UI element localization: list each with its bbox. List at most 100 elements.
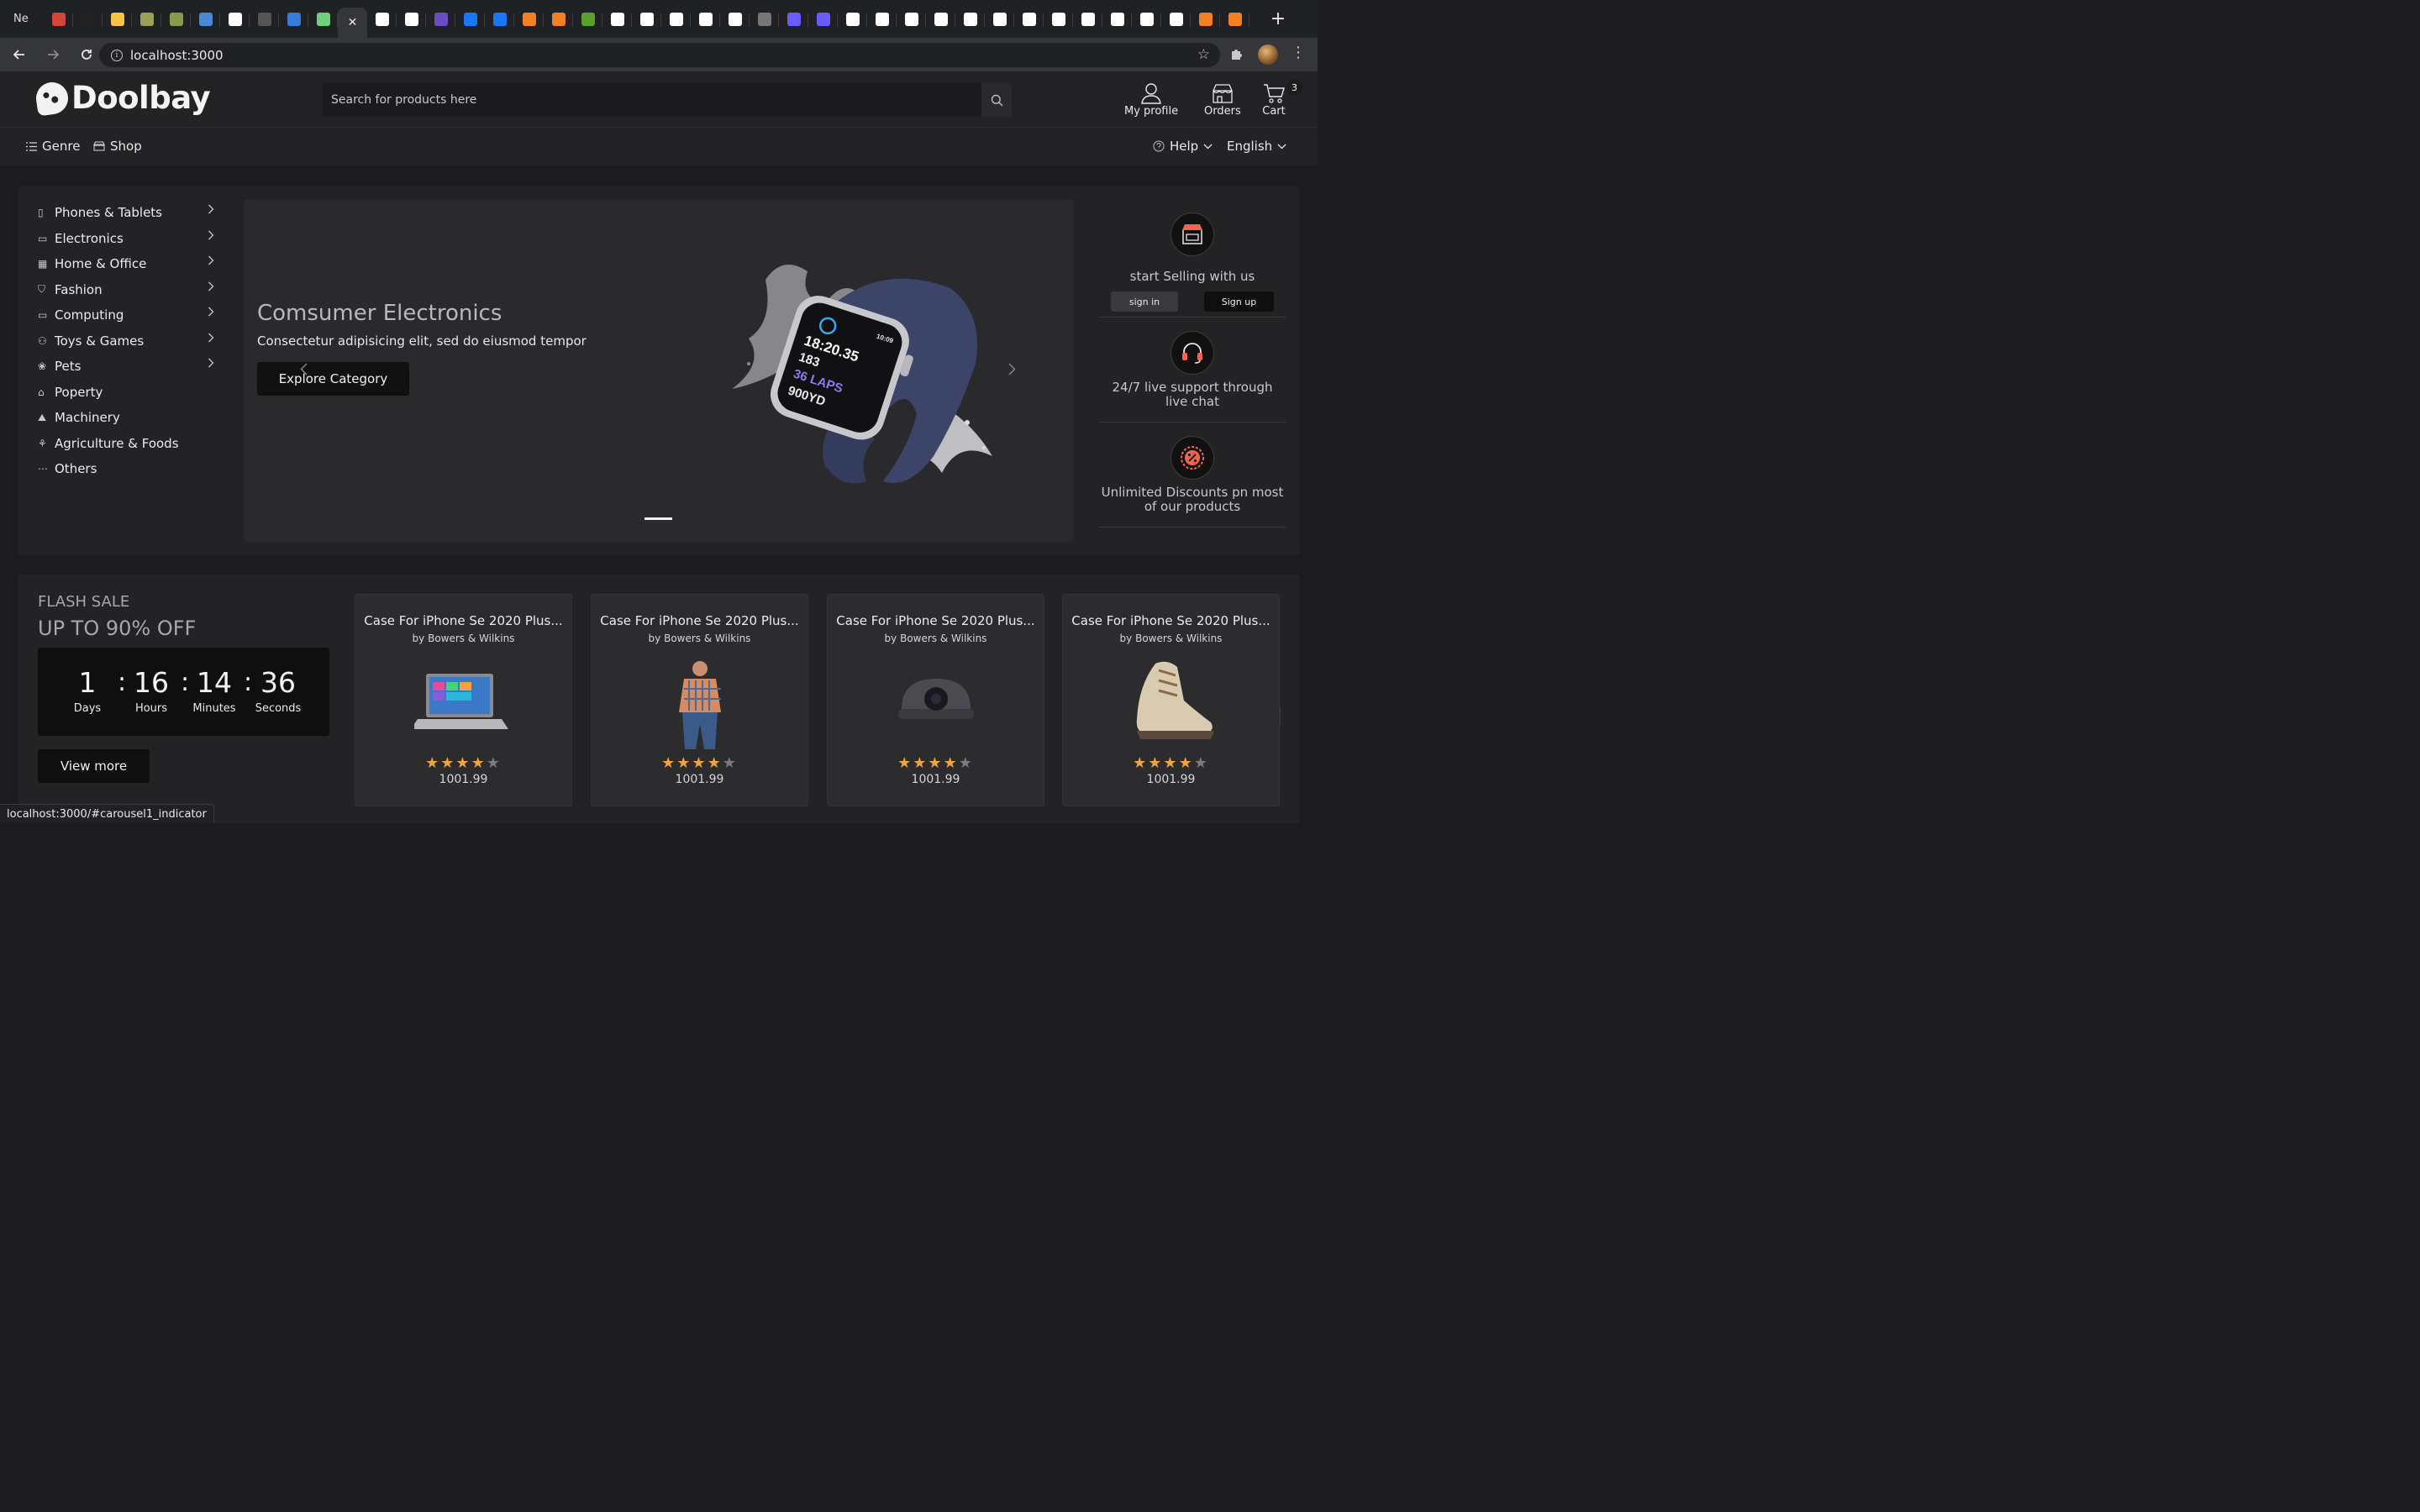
product-card[interactable]: Case For iPhone Se 2020 Plus... by Bowers… (591, 594, 808, 806)
tab[interactable] (367, 7, 397, 32)
tab[interactable] (897, 7, 926, 32)
category-item[interactable]: ⚘ Agriculture & Foods (38, 431, 214, 457)
product-brand: by Bowers & Wilkins (884, 633, 987, 644)
tab[interactable] (632, 7, 661, 32)
favicon-icon (463, 12, 477, 26)
tab[interactable] (1191, 7, 1220, 32)
tab[interactable] (103, 7, 132, 32)
product-card[interactable]: Case For iPhone Se 2020 Plus... by Bowers… (1062, 594, 1280, 806)
star-icon: ★ (471, 754, 487, 772)
search-button[interactable] (981, 83, 1012, 117)
discounts-card: Unlimited Discounts pn most of our produ… (1099, 423, 1286, 528)
tab[interactable] (720, 7, 750, 32)
tab[interactable] (838, 7, 867, 32)
help-dropdown[interactable]: Help (1153, 139, 1213, 154)
favicon-icon (434, 12, 448, 26)
category-item[interactable]: ❀ Pets (38, 354, 214, 380)
tab[interactable] (544, 7, 573, 32)
extensions-puzzle-icon[interactable] (1229, 46, 1244, 66)
category-item[interactable]: ⚇ Toys & Games (38, 328, 214, 354)
my-profile-link[interactable]: My profile (1124, 81, 1178, 118)
category-item[interactable]: ▦ Home & Office (38, 251, 214, 277)
tab[interactable] (1073, 7, 1102, 32)
site-info-icon[interactable]: i (111, 49, 123, 61)
search-input[interactable] (323, 93, 970, 107)
tab[interactable] (779, 7, 808, 32)
category-item[interactable]: ⛰ Machinery (38, 405, 214, 431)
category-item[interactable]: ⌂ Poperty (38, 380, 214, 406)
brand-logo[interactable]: Doolbay (34, 80, 211, 116)
favicon-icon (110, 12, 124, 26)
category-item[interactable]: ⛉ Fashion (38, 277, 214, 303)
star-icon: ★ (943, 754, 959, 772)
tab[interactable] (1014, 7, 1044, 32)
category-item[interactable]: ⋯ Others (38, 456, 214, 482)
tab[interactable] (220, 7, 250, 32)
product-rating: ★★★★★ (1063, 754, 1279, 772)
tab[interactable] (485, 7, 514, 32)
monitor-icon: ▭ (38, 232, 48, 244)
product-card[interactable]: Case For iPhone Se 2020 Plus... by Bowers… (355, 594, 572, 806)
tab[interactable] (455, 7, 485, 32)
explore-category-button[interactable]: Explore Category (257, 362, 409, 396)
browser-profile-avatar[interactable] (1258, 45, 1278, 65)
tab[interactable] (602, 7, 632, 32)
tab-new-tab[interactable]: Ne (13, 7, 44, 32)
tab[interactable] (750, 7, 779, 32)
language-dropdown[interactable]: English (1227, 139, 1286, 154)
bookmark-star-icon[interactable]: ☆ (1197, 46, 1210, 63)
tab[interactable] (161, 7, 191, 32)
cart-link[interactable]: Cart (1262, 81, 1286, 118)
tab[interactable] (573, 7, 602, 32)
view-more-button[interactable]: View more (38, 749, 150, 783)
browser-menu-icon[interactable]: ⋮ (1291, 44, 1306, 61)
orders-link[interactable]: Orders (1204, 81, 1241, 118)
carousel-prev-button[interactable] (300, 363, 308, 379)
new-tab-button[interactable]: + (1261, 7, 1295, 32)
address-bar[interactable]: i localhost:3000 ☆ (99, 43, 1220, 67)
tab[interactable] (1044, 7, 1073, 32)
tab[interactable] (955, 7, 985, 32)
shop-menu[interactable]: Shop (93, 139, 142, 154)
tab[interactable] (1161, 7, 1191, 32)
tab[interactable] (44, 7, 73, 32)
reload-button[interactable] (72, 42, 101, 67)
tab[interactable] (691, 7, 720, 32)
star-icon: ★ (707, 754, 723, 772)
help-label: Help (1170, 139, 1199, 154)
tab[interactable] (514, 7, 544, 32)
tab[interactable] (926, 7, 955, 32)
favicon-icon (992, 12, 1007, 26)
tab[interactable] (132, 7, 161, 32)
tab[interactable] (1102, 7, 1132, 32)
tab[interactable] (250, 7, 279, 32)
forward-button[interactable] (39, 42, 67, 67)
tab[interactable] (397, 7, 426, 32)
carousel-next-button[interactable] (1008, 363, 1016, 379)
category-item[interactable]: ▭ Electronics (38, 226, 214, 252)
tab[interactable] (1132, 7, 1161, 32)
genre-menu[interactable]: Genre (26, 139, 80, 154)
carousel-indicator[interactable] (644, 517, 672, 520)
category-item[interactable]: ▯ Phones & Tablets (38, 200, 214, 226)
tab[interactable] (1220, 7, 1249, 32)
product-card[interactable]: Case For iPhone Se 2020 Plus... by Bowers… (827, 594, 1044, 806)
shop-label: Shop (110, 139, 142, 154)
seller-sign-up-button[interactable]: Sign up (1204, 291, 1274, 312)
category-item[interactable]: ▭ Computing (38, 302, 214, 328)
tab[interactable] (985, 7, 1014, 32)
back-button[interactable] (5, 42, 34, 67)
tab-active[interactable]: ✕ (338, 8, 367, 38)
tab[interactable] (661, 7, 691, 32)
tab[interactable] (308, 7, 338, 32)
product-search (323, 83, 1012, 117)
tab[interactable] (73, 7, 103, 32)
seller-sign-in-button[interactable]: sign in (1111, 291, 1178, 312)
tab[interactable] (279, 7, 308, 32)
tab[interactable] (808, 7, 838, 32)
tab[interactable] (426, 7, 455, 32)
product-image (679, 661, 721, 749)
tab[interactable] (191, 7, 220, 32)
favicon-icon (904, 12, 918, 26)
tab[interactable] (867, 7, 897, 32)
